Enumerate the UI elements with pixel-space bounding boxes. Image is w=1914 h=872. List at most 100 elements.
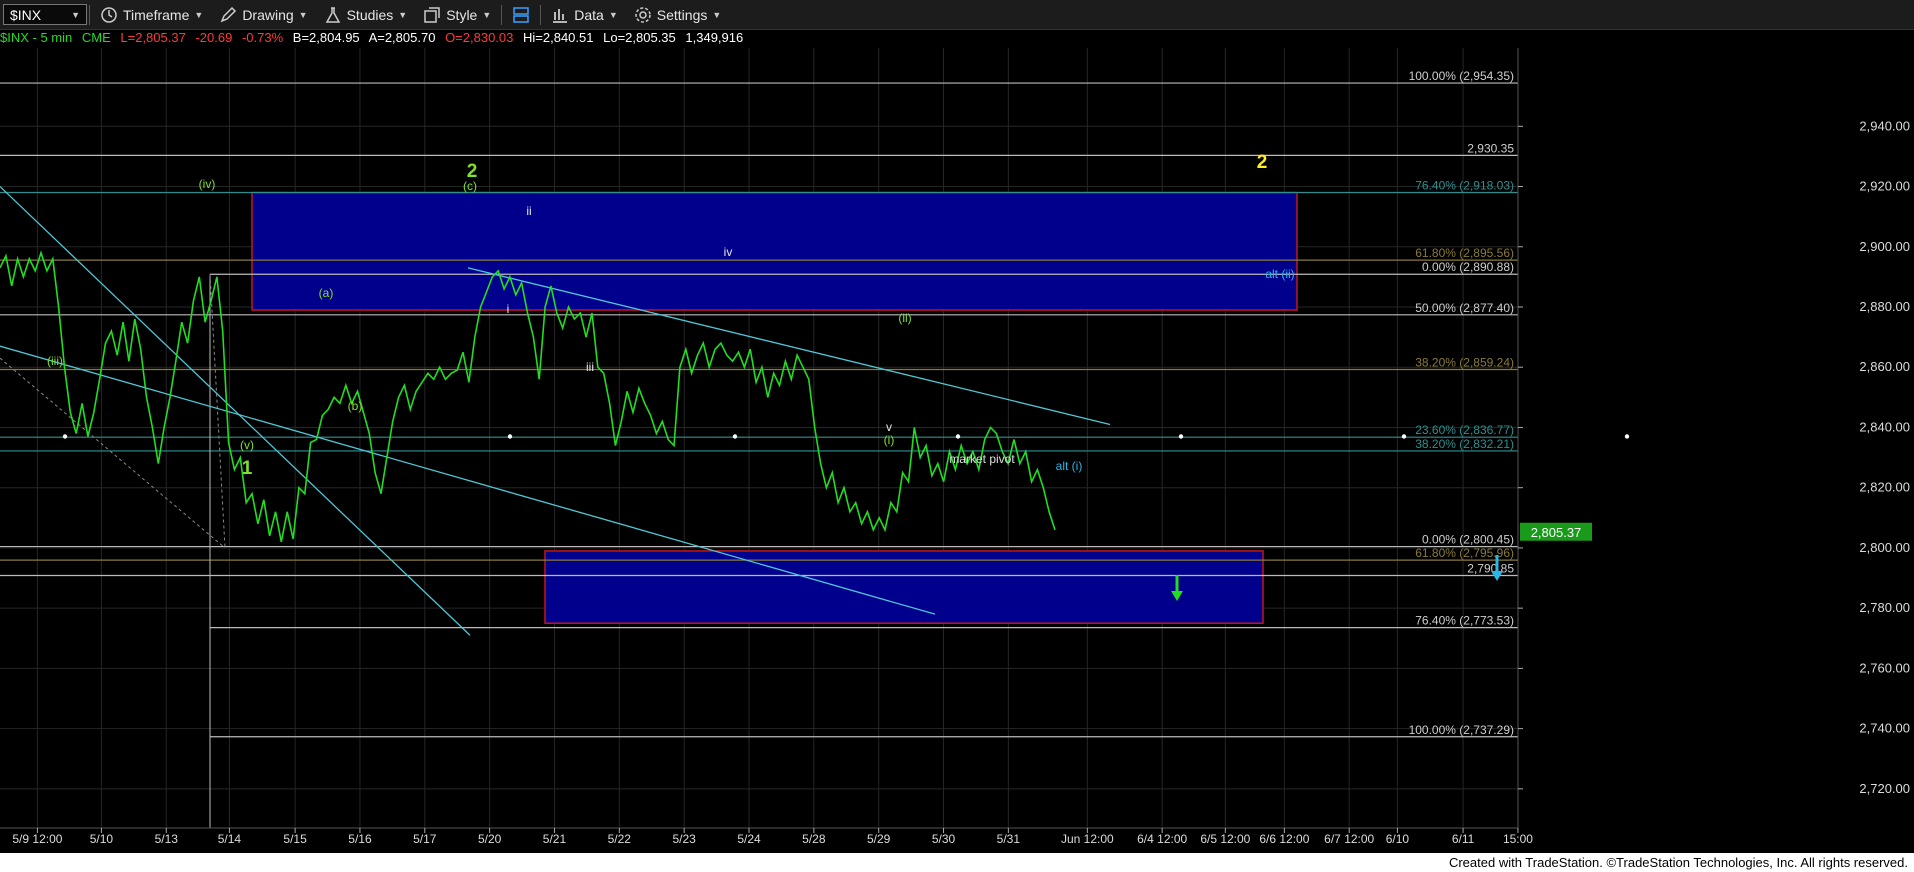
toolbar: $INX ▼ Timeframe ▼ Drawing ▼ Studies ▼ S… [0,0,1914,30]
chevron-down-icon: ▼ [298,9,308,20]
fib-level-label: 100.00% (2,954.35) [1409,69,1514,83]
fib-level-label: 0.00% (2,890.88) [1422,260,1514,274]
window-layout-icon [513,6,530,23]
x-tick-label: 5/31 [997,832,1021,846]
timeframe-label: Timeframe [123,6,190,23]
data-menu[interactable]: Data ▼ [543,0,626,29]
settings-label: Settings [656,6,708,23]
target-zone [544,550,1264,624]
x-tick-label: 5/9 12:00 [12,832,62,846]
wave-label: (c) [463,179,477,193]
wave-label: (ii) [898,311,911,325]
x-tick-label: 5/22 [608,832,632,846]
quote-high: Hi=2,840.51 [523,30,594,45]
y-tick-label: 2,880.00 [1859,299,1910,314]
x-tick-label: 6/11 [1452,832,1475,846]
fib-levels: 100.00% (2,954.35) 2,930.35 76.40% (2,918.… [0,69,1518,828]
x-tick-label: 6/6 12:00 [1259,832,1309,846]
y-tick-label: 2,800.00 [1859,540,1910,555]
wave-label: alt (i) [1056,459,1083,473]
wave-label: (b) [348,399,363,413]
fib-level-label: 23.60% (2,836.77) [1415,423,1514,437]
quote-bid: B=2,804.95 [292,30,360,45]
x-tick-label: 5/17 [413,832,437,846]
quote-volume: 1,349,916 [685,30,744,45]
pivot-dot [1178,434,1184,439]
x-tick-label: 5/30 [932,832,956,846]
studies-label: Studies [346,6,394,23]
wave-label: (v) [240,438,254,452]
data-label: Data [574,6,604,23]
x-tick-label: 5/21 [543,832,567,846]
pivot-dot [1624,434,1630,439]
fib-level-label: 2,790.85 [1467,561,1514,575]
symbol-select[interactable]: $INX ▼ [3,4,87,25]
studies-menu[interactable]: Studies ▼ [316,0,416,29]
y-tick-label: 2,920.00 [1859,179,1910,194]
fib-level-label: 2,930.35 [1467,141,1514,155]
wave-label: (a) [319,286,334,300]
quote-exchange: CME [81,30,111,45]
x-tick-label: 5/10 [90,832,114,846]
pivot-dot [1401,434,1407,439]
chevron-down-icon: ▼ [712,9,722,20]
clock-icon [101,6,117,23]
pencil-icon [220,6,237,22]
quote-symbol: $INX - 5 min [0,30,73,45]
layout-button[interactable] [504,0,538,29]
chevron-down-icon: ▼ [71,9,80,20]
wave-label: (iv) [199,177,216,191]
pivot-dot [62,434,68,439]
wave-label: i [507,302,510,316]
gear-icon [635,6,651,23]
drawing-menu[interactable]: Drawing ▼ [211,0,315,29]
dotted-connector [0,357,226,549]
price-chart[interactable]: 100.00% (2,954.35) 2,930.35 76.40% (2,918.… [0,48,1914,853]
y-tick-label: 2,900.00 [1859,239,1910,254]
bar-chart-icon [553,8,568,23]
wave-label: (iii) [47,354,63,368]
wave-label: ii [526,204,531,218]
x-tick-label: 6/10 [1386,832,1410,846]
wave-label: v [886,420,892,434]
chevron-down-icon: ▼ [398,9,408,20]
drawing-label: Drawing [242,6,294,23]
fib-level-label: 100.00% (2,737.29) [1409,723,1514,737]
target-zones [251,191,1298,624]
fib-level-label: 50.00% (2,877.40) [1415,301,1514,315]
x-tick-label: 6/5 12:00 [1200,832,1250,846]
y-tick-label: 2,840.00 [1859,419,1910,434]
timeframe-menu[interactable]: Timeframe ▼ [92,0,211,29]
settings-menu[interactable]: Settings ▼ [626,0,730,29]
style-label: Style [446,6,478,23]
target-zone [251,191,1298,311]
pivot-dot [955,434,961,439]
y-tick-label: 2,780.00 [1859,600,1910,615]
style-icon [424,6,440,23]
toolbar-divider [540,4,542,25]
chevron-down-icon: ▼ [482,9,492,20]
last-price-label: 2,805.37 [1531,525,1582,540]
x-tick-label: 6/4 12:00 [1137,832,1187,846]
style-menu[interactable]: Style ▼ [415,0,499,29]
x-tick-label: Jun 12:00 [1061,832,1114,846]
y-tick-label: 2,860.00 [1859,359,1910,374]
x-tick-label: 5/28 [802,832,826,846]
fib-level-label: 38.20% (2,859.24) [1415,356,1514,370]
fib-level-label: 76.40% (2,918.03) [1415,178,1514,192]
copyright-text: Created with TradeStation. ©TradeStation… [1448,855,1908,870]
x-tick-label: 5/23 [672,832,696,846]
fib-level-label: 0.00% (2,800.45) [1422,533,1514,547]
flask-icon [325,6,340,23]
wave-label: (i) [884,433,895,447]
toolbar-divider [501,4,503,25]
x-tick-label: 5/13 [155,832,179,846]
quote-last: L=2,805.37 [120,30,186,45]
wave-label: 1 [242,458,253,479]
y-tick-label: 2,940.00 [1859,118,1910,133]
symbol-value: $INX [10,6,42,23]
fib-level-label: 61.80% (2,795.96) [1415,546,1514,560]
wave-label: alt (ii) [1265,267,1294,281]
x-tick-label: 5/29 [867,832,891,846]
pivot-dot [732,434,738,439]
